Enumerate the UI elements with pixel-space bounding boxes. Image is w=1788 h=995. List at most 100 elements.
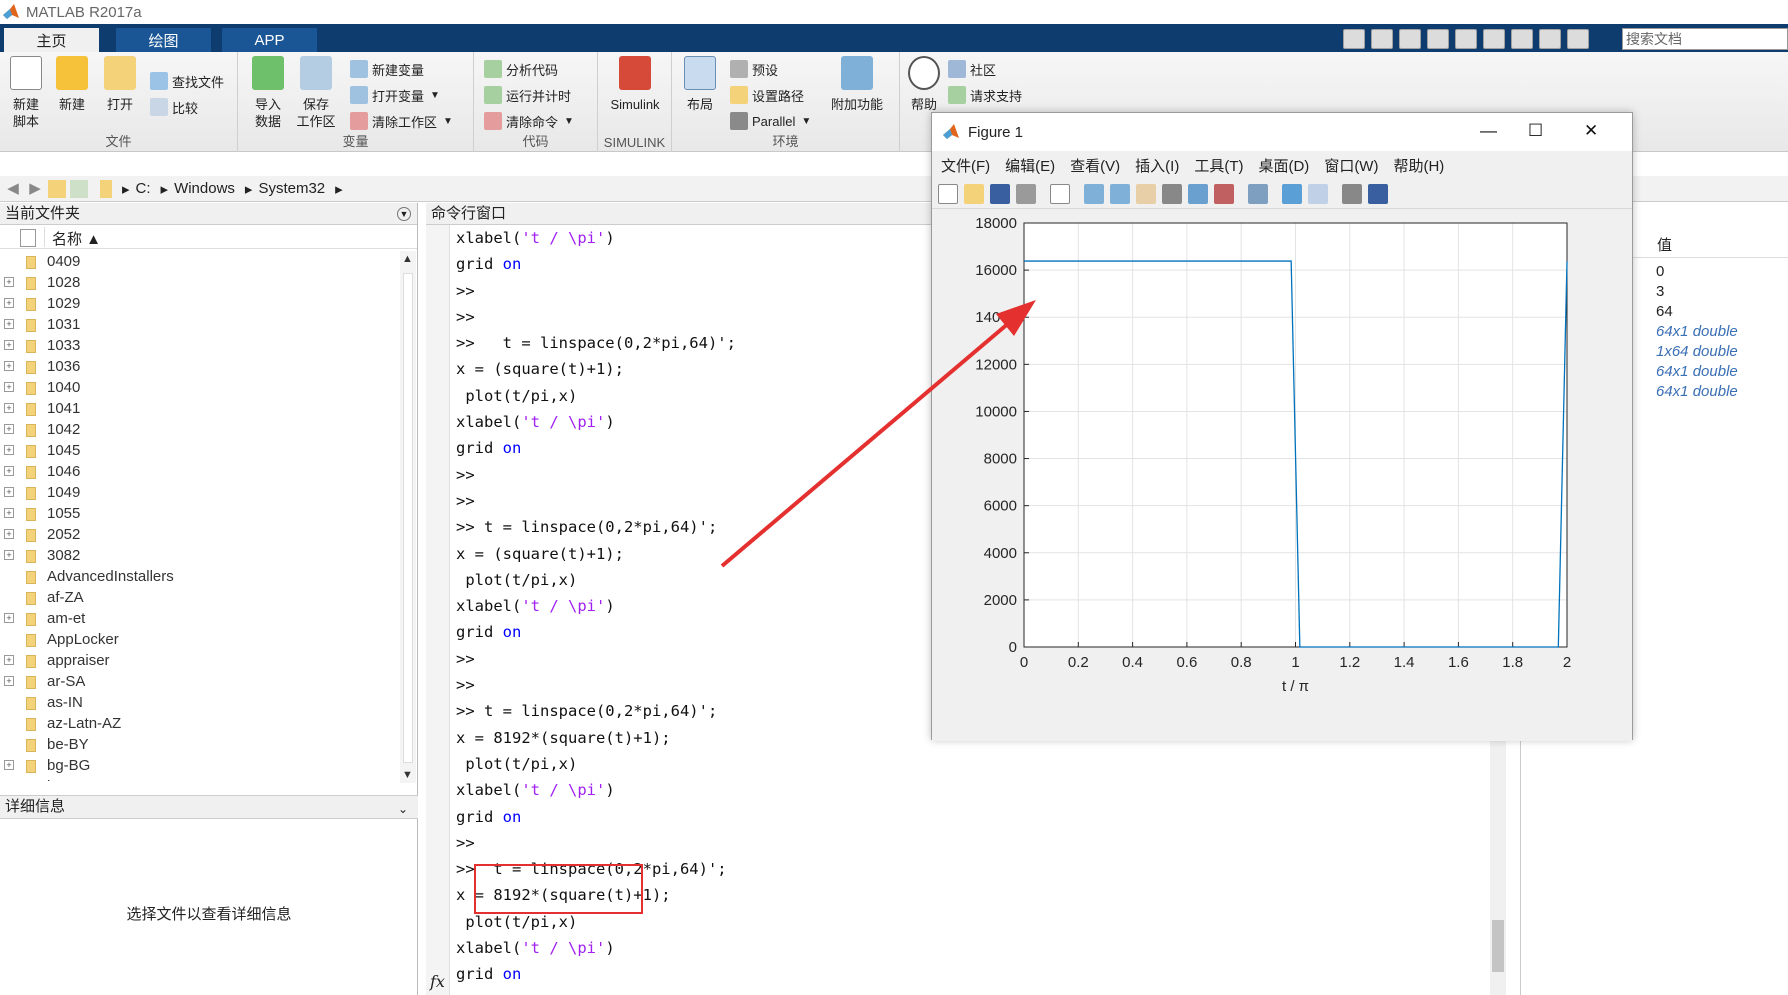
scroll-down-icon[interactable]: ▼ bbox=[402, 769, 413, 781]
folder-row[interactable]: +3082 bbox=[0, 545, 400, 566]
legend-icon[interactable] bbox=[1308, 183, 1328, 204]
open-file-icon[interactable] bbox=[964, 183, 984, 204]
expand-icon[interactable]: + bbox=[4, 529, 14, 539]
figure-menu-item[interactable]: 桌面(D) bbox=[1258, 155, 1309, 176]
new-script-button[interactable]: 新建 脚本 bbox=[2, 56, 50, 130]
layout-button[interactable]: 布局 bbox=[676, 56, 724, 113]
run-and-time-button[interactable]: 运行并计时 bbox=[484, 84, 571, 106]
print-icon[interactable] bbox=[1016, 183, 1036, 204]
breadcrumb-windows[interactable]: Windows bbox=[174, 180, 235, 197]
redo-icon[interactable] bbox=[1511, 29, 1533, 49]
workspace-value[interactable]: 64x1 double bbox=[1656, 383, 1738, 400]
folder-row[interactable]: AppLocker bbox=[0, 629, 400, 650]
line-chart[interactable]: 0 0.2 0.4 0.6 0.8 1 1.2 1.4 1.6 1.8 2 0 2000 4000 6000… bbox=[932, 211, 1632, 741]
panel-menu-icon[interactable]: ▼ bbox=[397, 207, 411, 221]
undo-icon[interactable] bbox=[1483, 29, 1505, 49]
folder-row[interactable]: +2052 bbox=[0, 524, 400, 545]
new-icon[interactable] bbox=[1343, 29, 1365, 49]
expand-icon[interactable]: + bbox=[4, 382, 14, 392]
zoom-out-icon[interactable] bbox=[1110, 183, 1130, 204]
hide-plot-tools-icon[interactable] bbox=[1342, 183, 1362, 204]
folder-row[interactable]: +1042 bbox=[0, 419, 400, 440]
folder-row[interactable]: +1045 bbox=[0, 440, 400, 461]
search-docs-input[interactable]: 搜索文档 bbox=[1622, 28, 1788, 50]
brush-icon[interactable] bbox=[1214, 183, 1234, 204]
folder-row[interactable]: + appraiser bbox=[0, 650, 400, 671]
clear-commands-button[interactable]: 清除命令 ▼ bbox=[484, 110, 574, 132]
folder-row[interactable]: as-IN bbox=[0, 692, 400, 713]
up-folder-icon[interactable] bbox=[48, 179, 66, 198]
scrollbar-thumb[interactable] bbox=[403, 273, 413, 763]
folder-row[interactable]: +1040 bbox=[0, 377, 400, 398]
tab-apps[interactable]: APP bbox=[222, 28, 317, 52]
folder-row[interactable]: + bg-BG bbox=[0, 755, 400, 776]
browse-folder-icon[interactable] bbox=[70, 179, 88, 198]
back-arrow-icon[interactable]: ◀ bbox=[4, 180, 22, 198]
expand-icon[interactable]: + bbox=[4, 445, 14, 455]
workspace-value[interactable]: 64x1 double bbox=[1656, 363, 1738, 380]
clear-workspace-button[interactable]: 清除工作区 ▼ bbox=[350, 110, 453, 132]
expand-icon[interactable]: + bbox=[4, 613, 14, 623]
expand-icon[interactable]: + bbox=[4, 361, 14, 371]
analyze-code-button[interactable]: 分析代码 bbox=[484, 58, 558, 80]
add-ons-button[interactable]: 附加功能 bbox=[826, 56, 888, 113]
workspace-value[interactable]: 1x64 double bbox=[1656, 343, 1738, 360]
workspace-value[interactable]: 64 bbox=[1656, 303, 1673, 320]
tab-home[interactable]: 主页 bbox=[4, 28, 99, 53]
zoom-in-icon[interactable] bbox=[1084, 183, 1104, 204]
figure-menu-item[interactable]: 帮助(H) bbox=[1393, 155, 1444, 176]
preferences-button[interactable]: 预设 bbox=[730, 58, 778, 80]
compare-button[interactable]: 比较 bbox=[150, 96, 198, 118]
plot-area[interactable]: 0 0.2 0.4 0.6 0.8 1 1.2 1.4 1.6 1.8 2 0 2000 4000 6000… bbox=[932, 211, 1632, 741]
rotate-icon[interactable] bbox=[1162, 183, 1182, 204]
open-variable-button[interactable]: 打开变量 ▼ bbox=[350, 84, 440, 106]
expand-icon[interactable]: + bbox=[4, 760, 14, 770]
folder-row[interactable]: + am-et bbox=[0, 608, 400, 629]
workspace-value[interactable]: 3 bbox=[1656, 283, 1664, 300]
figure-menu-item[interactable]: 窗口(W) bbox=[1324, 155, 1378, 176]
copy-icon[interactable] bbox=[1427, 29, 1449, 49]
folder-row[interactable]: +1028 bbox=[0, 272, 400, 293]
folder-row[interactable]: +1031 bbox=[0, 314, 400, 335]
show-plot-tools-icon[interactable] bbox=[1368, 183, 1388, 204]
folder-row[interactable]: +1029 bbox=[0, 293, 400, 314]
set-path-button[interactable]: 设置路径 bbox=[730, 84, 804, 106]
pointer-icon[interactable] bbox=[1050, 183, 1070, 204]
colorbar-icon[interactable] bbox=[1282, 183, 1302, 204]
folder-row[interactable]: AdvancedInstallers bbox=[0, 566, 400, 587]
command-scrollbar[interactable] bbox=[1490, 740, 1506, 995]
close-icon[interactable]: ✕ bbox=[1584, 121, 1598, 141]
link-plot-icon[interactable] bbox=[1248, 183, 1268, 204]
new-figure-icon[interactable] bbox=[938, 183, 958, 204]
folder-row[interactable]: +1049 bbox=[0, 482, 400, 503]
function-browser-icon[interactable]: fx bbox=[430, 972, 445, 991]
folder-row[interactable]: az-Latn-AZ bbox=[0, 713, 400, 734]
folder-list-scrollbar[interactable]: ▲ ▼ bbox=[400, 251, 416, 783]
expand-icon[interactable]: + bbox=[4, 277, 14, 287]
details-header[interactable]: 详细信息 ⌄ bbox=[0, 795, 418, 819]
parallel-button[interactable]: Parallel ▼ bbox=[730, 110, 811, 132]
community-button[interactable]: 社区 bbox=[948, 58, 996, 80]
minimize-icon[interactable]: — bbox=[1480, 121, 1497, 141]
save-icon[interactable] bbox=[1371, 29, 1393, 49]
expand-icon[interactable]: + bbox=[4, 550, 14, 560]
new-button[interactable]: 新建 bbox=[48, 56, 96, 113]
new-variable-button[interactable]: 新建变量 bbox=[350, 58, 424, 80]
tab-plots[interactable]: 绘图 bbox=[116, 28, 211, 52]
expand-icon[interactable]: + bbox=[4, 508, 14, 518]
maximize-icon[interactable]: ☐ bbox=[1528, 121, 1543, 141]
folder-row[interactable]: +1033 bbox=[0, 335, 400, 356]
paste-icon[interactable] bbox=[1455, 29, 1477, 49]
expand-icon[interactable]: + bbox=[4, 655, 14, 665]
figure-menu-item[interactable]: 查看(V) bbox=[1070, 155, 1120, 176]
workspace-value[interactable]: 0 bbox=[1656, 263, 1664, 280]
folder-row[interactable]: + ar-SA bbox=[0, 671, 400, 692]
breadcrumb-system32[interactable]: System32 bbox=[258, 180, 325, 197]
folder-row[interactable]: +1055 bbox=[0, 503, 400, 524]
cut-icon[interactable] bbox=[1399, 29, 1421, 49]
open-button[interactable]: 打开 bbox=[96, 56, 144, 113]
expand-icon[interactable]: + bbox=[4, 403, 14, 413]
data-cursor-icon[interactable] bbox=[1188, 183, 1208, 204]
expand-icon[interactable]: + bbox=[4, 424, 14, 434]
root-folder-icon[interactable] bbox=[100, 179, 112, 198]
